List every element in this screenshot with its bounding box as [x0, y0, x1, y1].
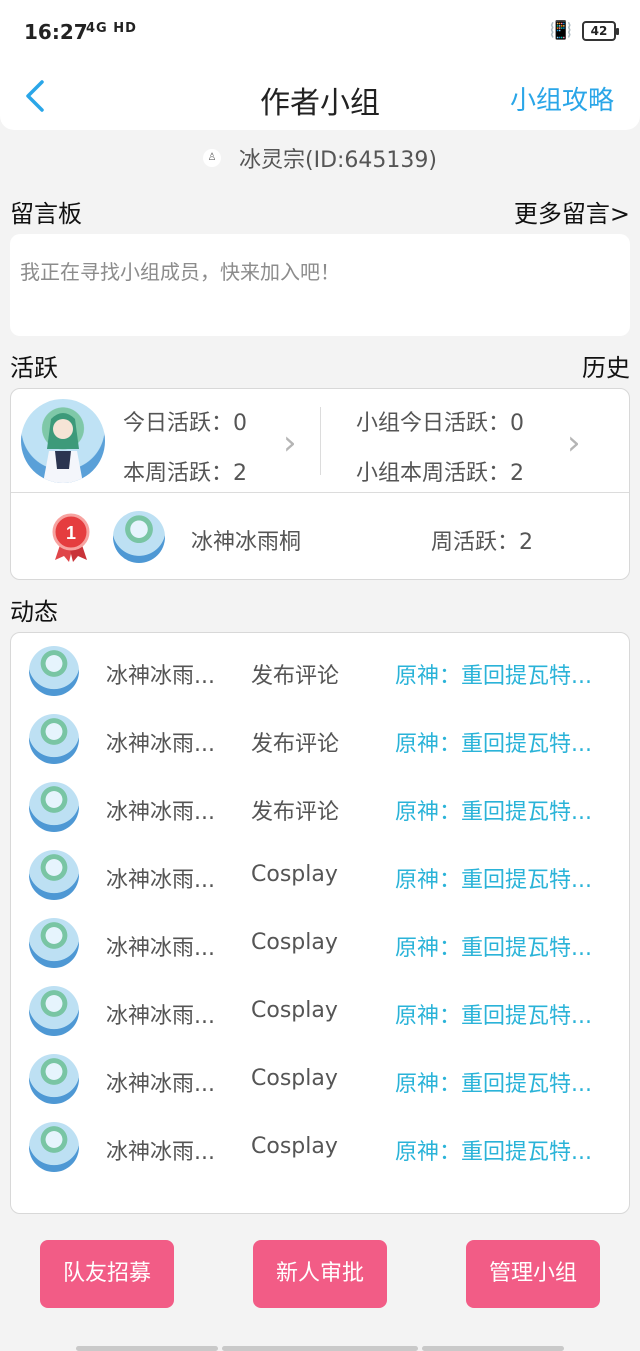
status-right: 📳 42 [549, 20, 619, 41]
group-today-active: 小组今日活跃：0 [356, 411, 524, 436]
feed-target-link[interactable]: 原神：重回提瓦特... [395, 930, 592, 962]
list-item[interactable]: 冰神冰雨... Cosplay 原神：重回提瓦特... [11, 910, 629, 978]
week-active: 本周活跃：2 [123, 461, 247, 486]
feed-list: 冰神冰雨... 发布评论 原神：重回提瓦特... 冰神冰雨... 发布评论 原神… [10, 632, 630, 1214]
feed-action: Cosplay [251, 998, 338, 1023]
chevron-right-icon[interactable]: › [567, 423, 581, 463]
feed-user: 冰神冰雨... [106, 936, 215, 961]
avatar [29, 1122, 79, 1172]
avatar [29, 782, 79, 832]
vibrate-icon: 📳 [549, 20, 572, 41]
activity-label: 活跃 [10, 354, 58, 382]
avatar [29, 1054, 79, 1104]
feed-action: Cosplay [251, 930, 338, 955]
nav-bar: 作者小组 小组攻略 [0, 64, 640, 130]
feed-target-link[interactable]: 原神：重回提瓦特... [395, 1134, 592, 1166]
activity-card: 今日活跃：0 本周活跃：2 › 小组今日活跃：0 小组本周活跃：2 › 1 冰神… [10, 388, 630, 580]
signal-wifi-icons: 4G HD [86, 21, 137, 36]
group-id-row: ♙ 冰灵宗(ID:645139) [0, 140, 640, 176]
list-item[interactable]: 冰神冰雨... Cosplay 原神：重回提瓦特... [11, 1046, 629, 1114]
avatar-art [43, 413, 83, 483]
feed-user: 冰神冰雨... [106, 800, 215, 825]
chevron-right-icon[interactable]: › [283, 423, 297, 463]
feed-user: 冰神冰雨... [106, 732, 215, 757]
feed-user: 冰神冰雨... [106, 664, 215, 689]
group-avatar-icon: ♙ [203, 149, 221, 167]
list-item[interactable]: 冰神冰雨... 发布评论 原神：重回提瓦特... [11, 638, 629, 706]
avatar [29, 986, 79, 1036]
avatar [29, 714, 79, 764]
feed-action: 发布评论 [251, 664, 340, 689]
avatar [113, 511, 165, 563]
chevron-left-icon [26, 80, 44, 112]
feed-action: Cosplay [251, 1134, 338, 1159]
medal-icon: 1 [52, 513, 90, 562]
more-messages-link[interactable]: 更多留言> [514, 194, 630, 229]
activity-summary: 今日活跃：0 本周活跃：2 › 小组今日活跃：0 小组本周活跃：2 › [11, 389, 629, 493]
group-id: 冰灵宗(ID:645139) [239, 148, 437, 173]
manage-group-button[interactable]: 管理小组 [466, 1240, 600, 1308]
list-item[interactable]: 冰神冰雨... 发布评论 原神：重回提瓦特... [11, 774, 629, 842]
home-indicator [422, 1346, 564, 1351]
feed-user: 冰神冰雨... [106, 1140, 215, 1165]
home-indicator [222, 1346, 418, 1351]
feed-user: 冰神冰雨... [106, 1072, 215, 1097]
feed-action: Cosplay [251, 1066, 338, 1091]
message-board-box[interactable]: 我正在寻找小组成员，快来加入吧！ [10, 234, 630, 336]
feed-target-link[interactable]: 原神：重回提瓦特... [395, 658, 592, 690]
feed-label: 动态 [10, 598, 58, 626]
feed-target-link[interactable]: 原神：重回提瓦特... [395, 794, 592, 826]
divider [320, 407, 321, 475]
avatar [29, 918, 79, 968]
rank-user-name: 冰神冰雨桐 [191, 530, 302, 555]
battery-icon: 42 [582, 20, 619, 41]
rank-number: 1 [66, 523, 76, 543]
avatar [29, 850, 79, 900]
rank-weekly-active: 周活跃：2 [431, 530, 533, 555]
feed-action: 发布评论 [251, 800, 340, 825]
message-content: 我正在寻找小组成员，快来加入吧！ [20, 260, 340, 284]
group-guide-link[interactable]: 小组攻略 [510, 80, 614, 117]
home-indicator [76, 1346, 218, 1351]
feed-target-link[interactable]: 原神：重回提瓦特... [395, 998, 592, 1030]
avatar[interactable] [21, 399, 105, 483]
status-time: 16:27 [24, 20, 88, 44]
team-recruit-button[interactable]: 队友招募 [40, 1240, 174, 1308]
feed-target-link[interactable]: 原神：重回提瓦特... [395, 1066, 592, 1098]
list-item[interactable]: 冰神冰雨... Cosplay 原神：重回提瓦特... [11, 842, 629, 910]
feed-action: Cosplay [251, 862, 338, 887]
feed-action: 发布评论 [251, 732, 340, 757]
history-link[interactable]: 历史 [582, 348, 630, 383]
feed-target-link[interactable]: 原神：重回提瓦特... [395, 862, 592, 894]
feed-target-link[interactable]: 原神：重回提瓦特... [395, 726, 592, 758]
group-week-active: 小组本周活跃：2 [356, 461, 524, 486]
back-button[interactable] [18, 74, 58, 118]
status-bar: 16:27 4G HD 📳 42 [0, 0, 640, 64]
rank-row[interactable]: 1 冰神冰雨桐 周活跃：2 [11, 494, 629, 580]
list-item[interactable]: 冰神冰雨... 发布评论 原神：重回提瓦特... [11, 706, 629, 774]
list-item[interactable]: 冰神冰雨... Cosplay 原神：重回提瓦特... [11, 978, 629, 1046]
avatar [29, 646, 79, 696]
feed-user: 冰神冰雨... [106, 1004, 215, 1029]
feed-user: 冰神冰雨... [106, 868, 215, 893]
list-item[interactable]: 冰神冰雨... Cosplay 原神：重回提瓦特... [11, 1114, 629, 1182]
today-active: 今日活跃：0 [123, 411, 247, 436]
newcomer-approval-button[interactable]: 新人审批 [253, 1240, 387, 1308]
message-board-label: 留言板 [10, 200, 82, 228]
